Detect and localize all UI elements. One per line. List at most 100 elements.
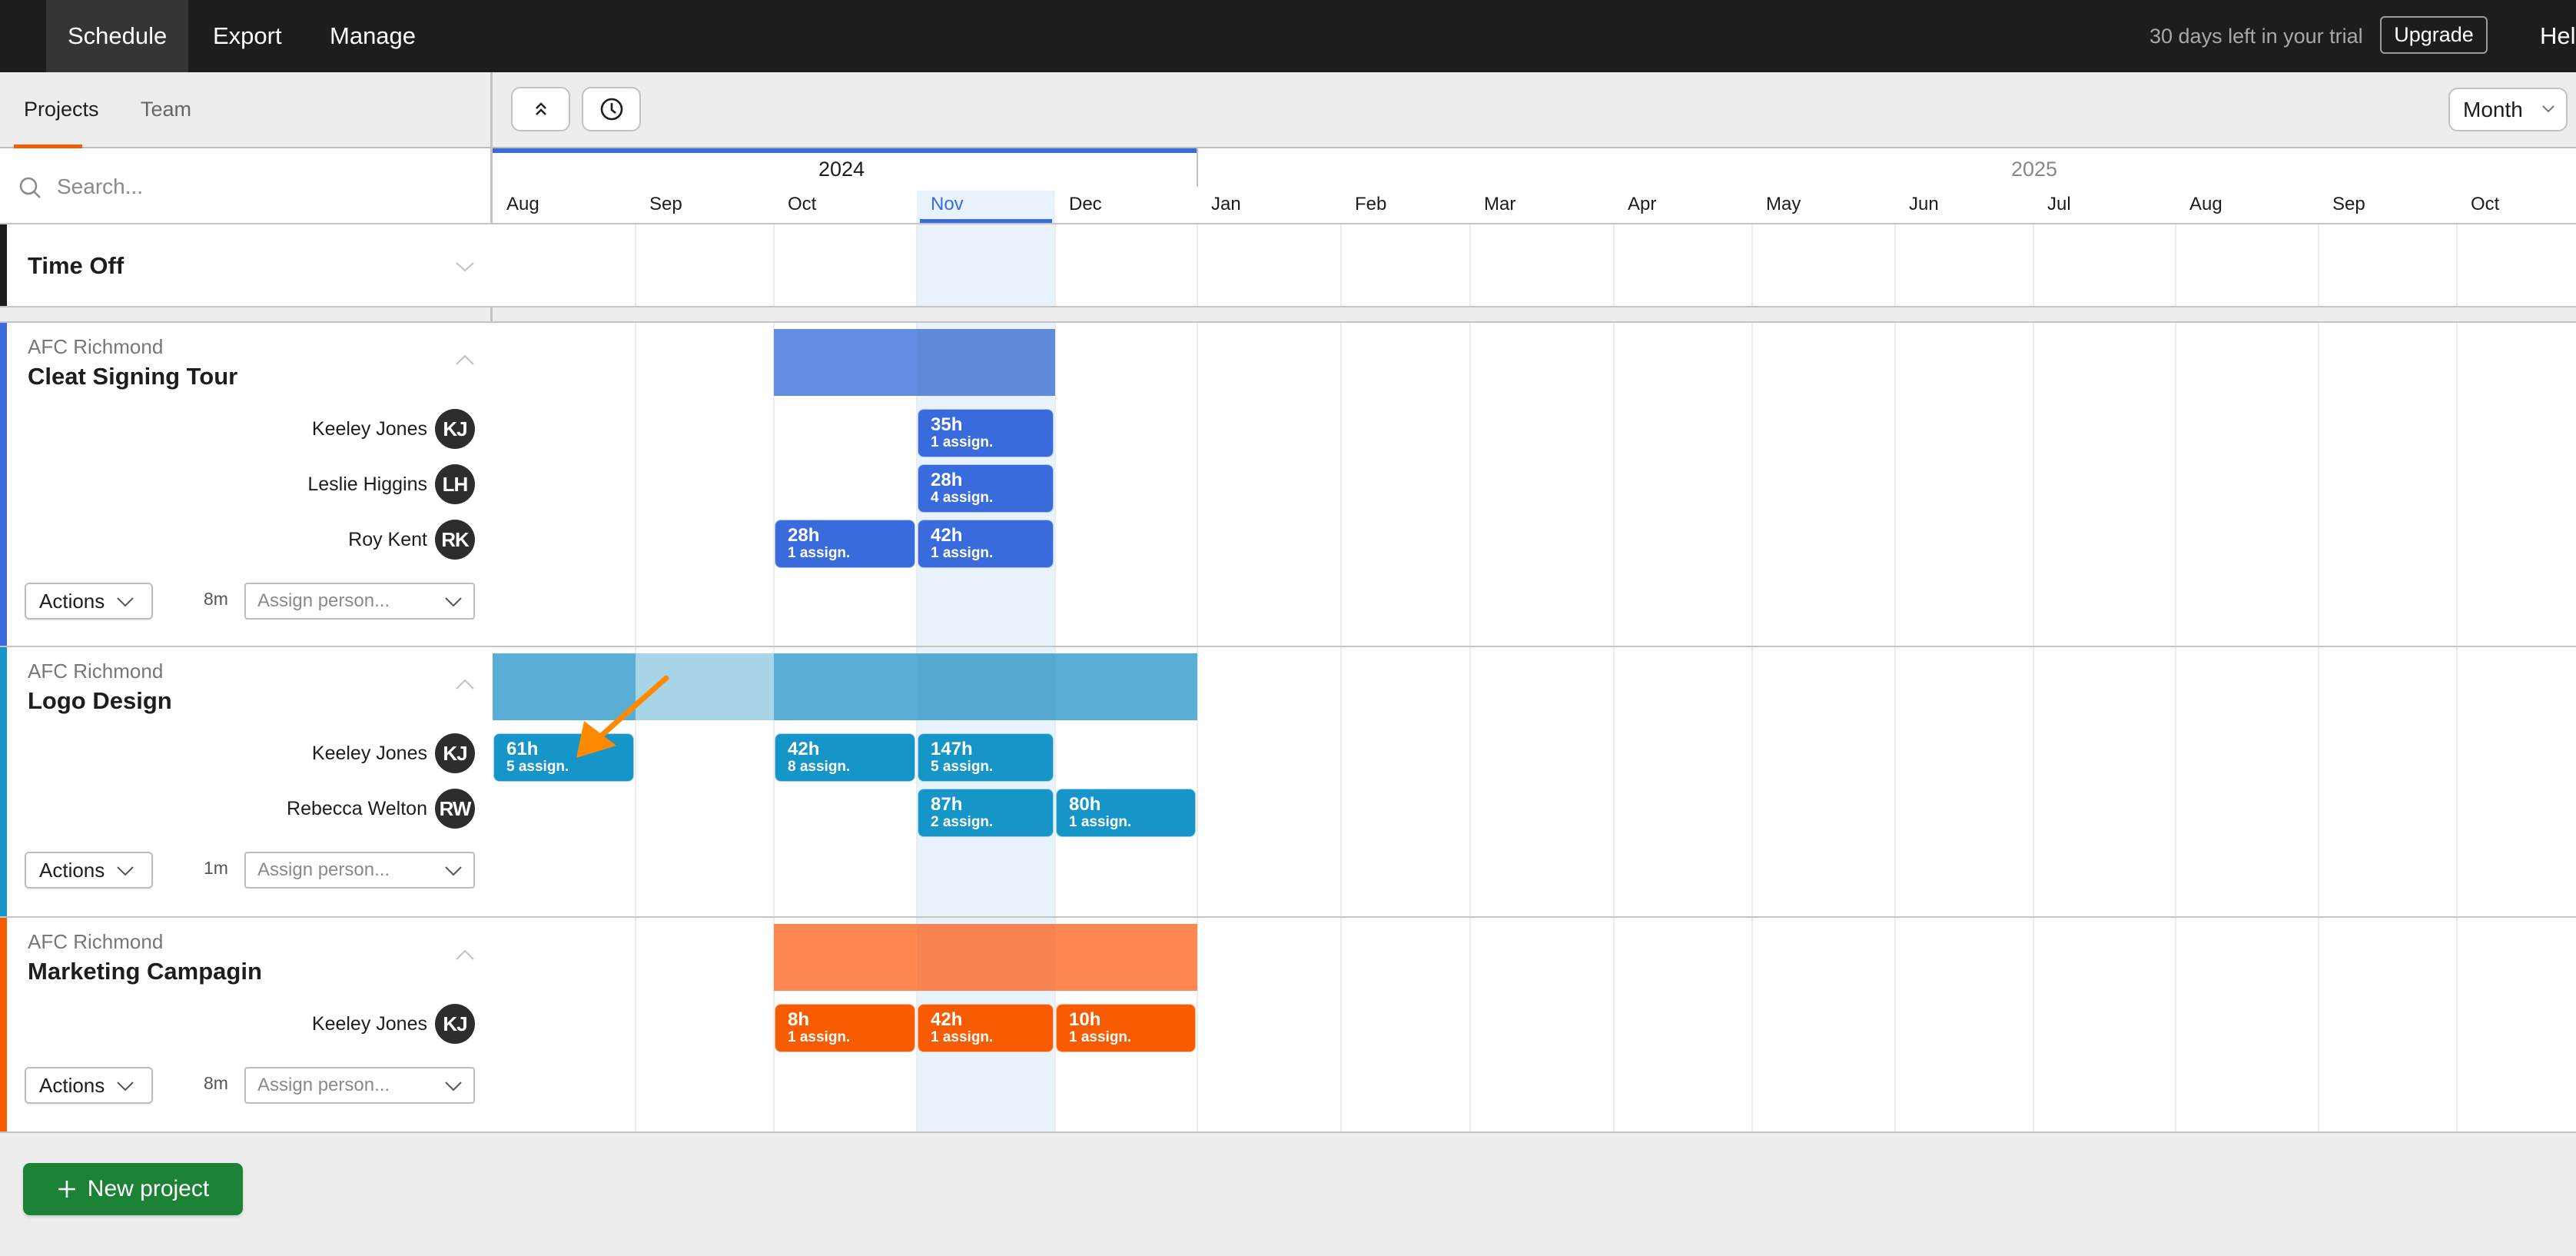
project-timeline-bar[interactable] [1055,653,1197,720]
avatar[interactable]: KJ [435,409,475,449]
assign-person-select[interactable]: Assign person... [244,852,475,889]
allocation-hours: 8h [788,1009,810,1030]
today-button[interactable] [582,87,641,131]
project-timeline-bar[interactable] [636,653,774,720]
left-panel-tabs: Projects Team [0,72,490,148]
month-gridline [635,323,636,647]
allocation-block[interactable]: 80h 1 assign. [1056,789,1196,837]
chevron-down-icon [117,597,134,607]
collapse-project-button[interactable] [455,678,475,690]
project-timeline-bar[interactable] [493,653,636,720]
allocation-count: 8 assign. [788,759,851,775]
project-timeline-bar[interactable] [1055,924,1197,991]
project-duration: 8m [204,589,228,609]
help-link[interactable]: Help [2540,0,2576,72]
time-off-section: Time Off [0,223,2576,307]
project-title[interactable]: Cleat Signing Tour [28,363,237,390]
month-label-nov-2024: Nov [917,191,1055,224]
chevron-down-icon [445,866,462,876]
project-timeline-bar[interactable] [917,329,1055,396]
year-label-2025: 2025 [2011,158,2058,181]
project-timeline-bar[interactable] [774,924,917,991]
avatar[interactable]: LH [435,464,475,504]
month-gridline [2318,647,2319,916]
allocation-hours: 28h [931,470,963,490]
month-gridline [773,224,775,306]
month-gridline [1340,647,1342,916]
allocation-hours: 42h [931,1009,963,1030]
search-input[interactable] [57,170,472,204]
allocation-hours: 10h [1069,1009,1101,1030]
month-gridline [1751,918,1753,1131]
assign-person-select[interactable]: Assign person... [244,1067,475,1104]
person-name: Rebecca Welton [287,797,427,819]
nav-schedule[interactable]: Schedule [46,0,189,72]
time-off-title: Time Off [28,252,124,279]
collapse-project-button[interactable] [455,949,475,961]
month-gridline [2175,647,2176,916]
assign-person-placeholder: Assign person... [257,590,390,611]
view-mode-select[interactable]: Month [2448,88,2568,131]
month-gridline [1894,224,1896,306]
project-title[interactable]: Logo Design [28,687,172,715]
project-timeline-bar[interactable] [917,924,1055,991]
project-timeline-bar[interactable] [774,329,917,396]
avatar[interactable]: KJ [435,1004,475,1044]
project-title[interactable]: Marketing Campagin [28,958,262,985]
time-off-color-strip [0,224,7,306]
project-duration: 8m [204,1073,228,1093]
actions-dropdown[interactable]: Actions [25,852,153,889]
nav-manage[interactable]: Manage [308,0,437,72]
month-label-aug-2024: Aug [506,194,539,214]
chevron-up-icon [456,679,474,689]
actions-label: Actions [39,859,105,882]
allocation-block[interactable]: 87h 2 assign. [918,789,1054,837]
month-gridline [1197,224,1198,306]
chevron-down-icon [456,262,474,272]
avatar[interactable]: KJ [435,733,475,773]
new-project-button[interactable]: New project [23,1163,243,1215]
tab-team[interactable]: Team [141,72,191,147]
month-gridline [2033,918,2034,1131]
project-duration: 1m [204,858,228,878]
project-timeline-bar[interactable] [917,653,1055,720]
allocation-block[interactable]: 61h 5 assign. [493,733,634,782]
time-off-header[interactable]: Time Off [0,224,490,306]
allocation-block[interactable]: 42h 1 assign. [918,520,1054,568]
month-label-oct-2025: Oct [2471,194,2500,214]
month-label-feb-2025: Feb [1355,194,1387,214]
new-project-label: New project [87,1176,210,1201]
collapse-all-button[interactable] [511,87,570,131]
project-timeline-bar[interactable] [774,653,917,720]
month-label-may-2025: May [1766,194,1801,214]
allocation-block[interactable]: 35h 1 assign. [918,409,1054,457]
expand-time-off-button[interactable] [455,261,475,274]
allocation-block[interactable]: 8h 1 assign. [775,1004,915,1052]
allocation-hours: 147h [931,739,973,759]
timeline-header: 2024 2025 Aug Sep Oct Nov Dec Jan Feb Mar Apr May… [493,148,2576,224]
collapse-project-button[interactable] [455,354,475,366]
nav-export[interactable]: Export [191,0,304,72]
month-gridline [1613,224,1615,306]
allocation-block[interactable]: 42h 8 assign. [775,733,915,782]
actions-dropdown[interactable]: Actions [25,583,153,620]
avatar[interactable]: RK [435,520,475,560]
actions-dropdown[interactable]: Actions [25,1067,153,1104]
month-gridline [2456,323,2458,647]
allocation-block[interactable]: 28h 1 assign. [775,520,915,568]
assign-person-select[interactable]: Assign person... [244,583,475,620]
allocation-block[interactable]: 28h 4 assign. [918,464,1054,513]
allocation-count: 5 assign. [506,759,569,775]
actions-label: Actions [39,1074,105,1097]
allocation-block[interactable]: 147h 5 assign. [918,733,1054,782]
assign-person-placeholder: Assign person... [257,859,390,880]
allocation-block[interactable]: 42h 1 assign. [918,1004,1054,1052]
upgrade-button[interactable]: Upgrade [2380,16,2488,54]
tab-projects[interactable]: Projects [24,72,99,147]
client-name: AFC Richmond [28,335,164,358]
chevron-up-icon [456,949,474,960]
person-name: Keeley Jones [311,417,427,440]
allocation-block[interactable]: 10h 1 assign. [1056,1004,1196,1052]
avatar[interactable]: RW [435,789,475,829]
person-row: Keeley Jones KJ [312,409,475,449]
